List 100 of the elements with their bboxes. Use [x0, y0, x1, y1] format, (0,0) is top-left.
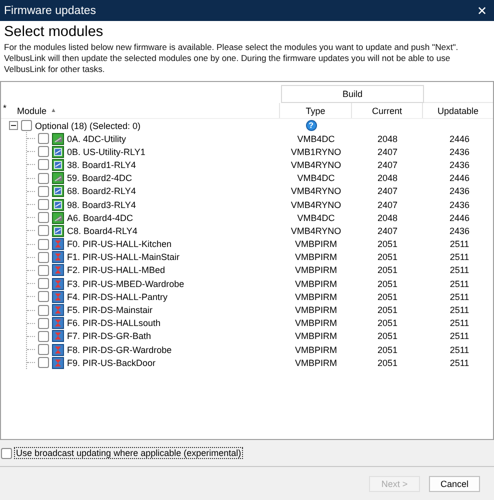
table-cell-text: 2511 — [448, 251, 470, 264]
checkbox[interactable] — [38, 304, 49, 316]
table-cell-text: VMB4RYNO — [290, 185, 342, 198]
checkbox[interactable] — [38, 186, 49, 197]
checkbox[interactable] — [38, 212, 49, 224]
table-cell-text: 2051 — [376, 251, 399, 264]
table-cell-text: 2446 — [448, 172, 471, 185]
table-cell-text: 2407 — [376, 224, 399, 238]
table-cell-text: 2051 — [376, 330, 399, 343]
checkbox[interactable] — [21, 120, 32, 131]
module-name: F3. PIR-US-MBED-Wardrobe — [67, 278, 184, 289]
table-cell-text: VMBPIRM — [294, 251, 338, 264]
module-name: F0. PIR-US-HALL-Kitchen — [67, 239, 172, 250]
checkbox[interactable] — [38, 159, 49, 170]
checkbox[interactable] — [1, 448, 12, 458]
close-button[interactable]: ✕ — [470, 0, 494, 21]
checkbox[interactable] — [38, 344, 49, 356]
table-cell-text: 2436 — [448, 224, 471, 238]
column-header[interactable]: Current — [351, 103, 422, 118]
module-icon — [52, 172, 64, 184]
checkbox[interactable] — [38, 225, 49, 236]
table-cell-text: 2511 — [448, 264, 470, 278]
module-icon — [52, 132, 64, 145]
table-cell-text: VMBPIRM — [294, 344, 338, 356]
checkbox[interactable] — [38, 278, 49, 290]
table-cell-text: VMBPIRM — [294, 290, 338, 304]
checkbox[interactable] — [38, 330, 49, 342]
table-cell-text: 2446 — [448, 132, 471, 146]
table-cell-text: 2407 — [376, 146, 399, 158]
table-cell-text: 2511 — [448, 290, 470, 304]
checkbox-label[interactable]: Use broadcast updating where applicable (experimental) — [14, 447, 244, 459]
table-cell-text: 2436 — [448, 185, 471, 198]
module-name: 38. Board1-RLY4 — [67, 160, 136, 170]
table-cell-text: 2051 — [376, 344, 399, 356]
sensor-module-icon — [52, 264, 64, 276]
dialog-button[interactable]: Cancel — [429, 476, 480, 492]
checkbox[interactable] — [38, 199, 49, 210]
module-name: C8. Board4-RLY4 — [67, 226, 138, 236]
module-name: F2. PIR-US-HALL-MBed — [67, 265, 166, 276]
row-marker: * — [3, 103, 7, 113]
column-header[interactable]: Updatable — [422, 103, 493, 118]
checkbox[interactable] — [38, 252, 49, 263]
checkbox[interactable] — [38, 291, 49, 302]
table-cell-text: 2051 — [376, 264, 399, 278]
module-name: 98. Board3-RLY4 — [67, 200, 136, 210]
module-name: F9. PIR-US-BackDoor — [67, 358, 156, 368]
table-cell-text: 2048 — [376, 212, 399, 224]
sensor-module-icon — [52, 238, 64, 250]
table-cell-text: VMBPIRM — [294, 278, 338, 290]
table-cell-text: 2051 — [376, 317, 399, 330]
relay-module-icon — [52, 158, 64, 171]
table-cell-text: VMB4DC — [296, 212, 336, 224]
sensor-module-icon — [52, 317, 64, 330]
module-name: F7. PIR-DS-GR-Bath — [67, 331, 152, 342]
checkbox[interactable] — [38, 238, 49, 250]
table-cell-text: 2511 — [448, 356, 470, 370]
column-header[interactable]: Module — [17, 106, 47, 116]
table-cell-text: 2436 — [448, 198, 471, 212]
window-title: Firmware updates — [4, 4, 96, 16]
relay-module-icon — [52, 224, 64, 237]
checkbox[interactable] — [38, 133, 49, 144]
column-band-header: Build — [281, 85, 424, 103]
table-cell-text: 2511 — [448, 304, 470, 317]
sensor-module-icon — [52, 278, 64, 290]
relay-module-icon — [52, 146, 64, 158]
table-cell-text: VMBPIRM — [294, 356, 338, 370]
table-cell-text: 2407 — [376, 158, 399, 172]
table-cell-text: 2511 — [448, 317, 470, 330]
table-cell-text: 2436 — [448, 146, 471, 158]
table-cell-text: 2051 — [376, 356, 399, 370]
sensor-module-icon — [52, 330, 64, 342]
table-cell-text: VMBPIRM — [294, 330, 338, 343]
module-name: F1. PIR-US-HALL-MainStair — [67, 252, 180, 262]
sensor-module-icon — [52, 356, 64, 369]
module-name: 68. Board2-RLY4 — [67, 186, 136, 196]
collapse-icon[interactable] — [9, 121, 18, 130]
sensor-module-icon — [52, 304, 64, 316]
table-cell-text: 2051 — [376, 290, 399, 304]
table-cell-text: VMBPIRM — [294, 317, 338, 330]
module-name: A6. Board4-4DC — [67, 212, 134, 223]
checkbox[interactable] — [38, 172, 49, 184]
module-name: F5. PIR-DS-Mainstair — [67, 305, 153, 316]
table-cell-text: 2511 — [448, 344, 470, 356]
module-name: F8. PIR-DS-GR-Wardrobe — [67, 344, 172, 355]
relay-module-icon — [52, 185, 64, 198]
module-icon — [52, 212, 64, 224]
table-cell-text: 2407 — [376, 185, 399, 198]
checkbox[interactable] — [38, 264, 49, 276]
checkbox[interactable] — [38, 146, 49, 158]
module-name: 0B. US-Utility-RLY1 — [67, 146, 146, 157]
checkbox[interactable] — [38, 357, 49, 368]
column-header[interactable]: Type — [279, 103, 351, 118]
sensor-module-icon — [52, 251, 64, 264]
table-cell-text: VMB4DC — [296, 172, 336, 185]
checkbox[interactable] — [38, 318, 49, 329]
table-cell-text: 2048 — [376, 172, 399, 185]
description-text: For the modules listed below new firmware is available. Please select the modules you want to update and push "Next". VelbusLink will then update the selected modules one by one. During the firmware updates you will not be able to use VelbusLink for other tasks. — [4, 42, 460, 75]
sensor-module-icon — [52, 290, 64, 303]
table-cell-text: 2051 — [376, 304, 399, 317]
table-cell-text: 2051 — [376, 278, 399, 290]
